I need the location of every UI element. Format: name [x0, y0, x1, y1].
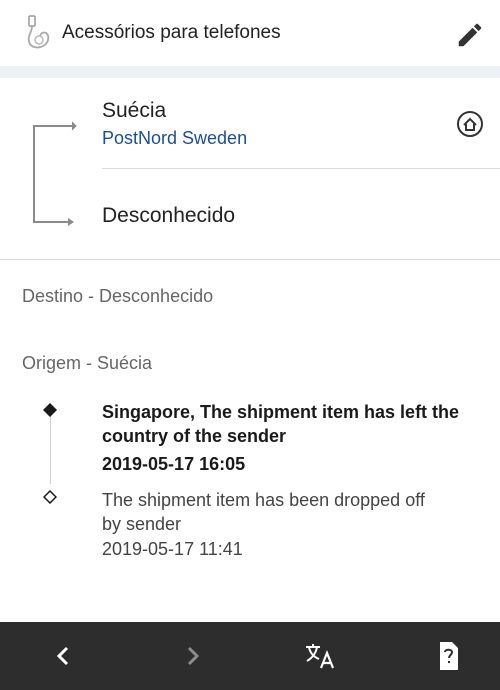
app-header: Acessórios para telefones	[0, 0, 500, 66]
timeline-event: Singapore, The shipment item has left th…	[102, 400, 482, 476]
event-timestamp: 2019-05-17 11:41	[102, 539, 243, 559]
pencil-icon[interactable]	[455, 20, 485, 50]
destination-label: Destino - Desconhecido	[22, 286, 214, 306]
phone-accessory-icon	[27, 15, 50, 49]
section-divider	[0, 259, 500, 260]
bottom-toolbar	[0, 622, 500, 690]
event-timestamp: 2019-05-17 16:05	[102, 454, 246, 474]
route-divider	[102, 168, 500, 169]
back-icon[interactable]	[44, 636, 84, 676]
help-icon[interactable]	[428, 636, 468, 676]
forward-icon[interactable]	[172, 636, 212, 676]
destination-country: Desconhecido	[102, 204, 236, 227]
event-description: The shipment item has been dropped off b…	[102, 490, 425, 534]
origin-label: Origem - Suécia	[22, 353, 153, 373]
carrier-link[interactable]: PostNord Sweden	[102, 128, 247, 149]
hollow-diamond-icon	[43, 490, 57, 504]
translate-icon[interactable]	[300, 636, 340, 676]
header-separator	[0, 66, 500, 78]
timeline-connector	[50, 414, 51, 484]
event-description: Singapore, The shipment item has left th…	[102, 402, 460, 446]
page-title: Acessórios para telefones	[62, 22, 281, 43]
origin-country: Suécia	[102, 99, 167, 122]
route-bracket	[33, 121, 77, 226]
filled-diamond-icon	[43, 403, 57, 417]
timeline-event: The shipment item has been dropped off b…	[102, 488, 442, 561]
home-icon[interactable]	[456, 110, 484, 138]
